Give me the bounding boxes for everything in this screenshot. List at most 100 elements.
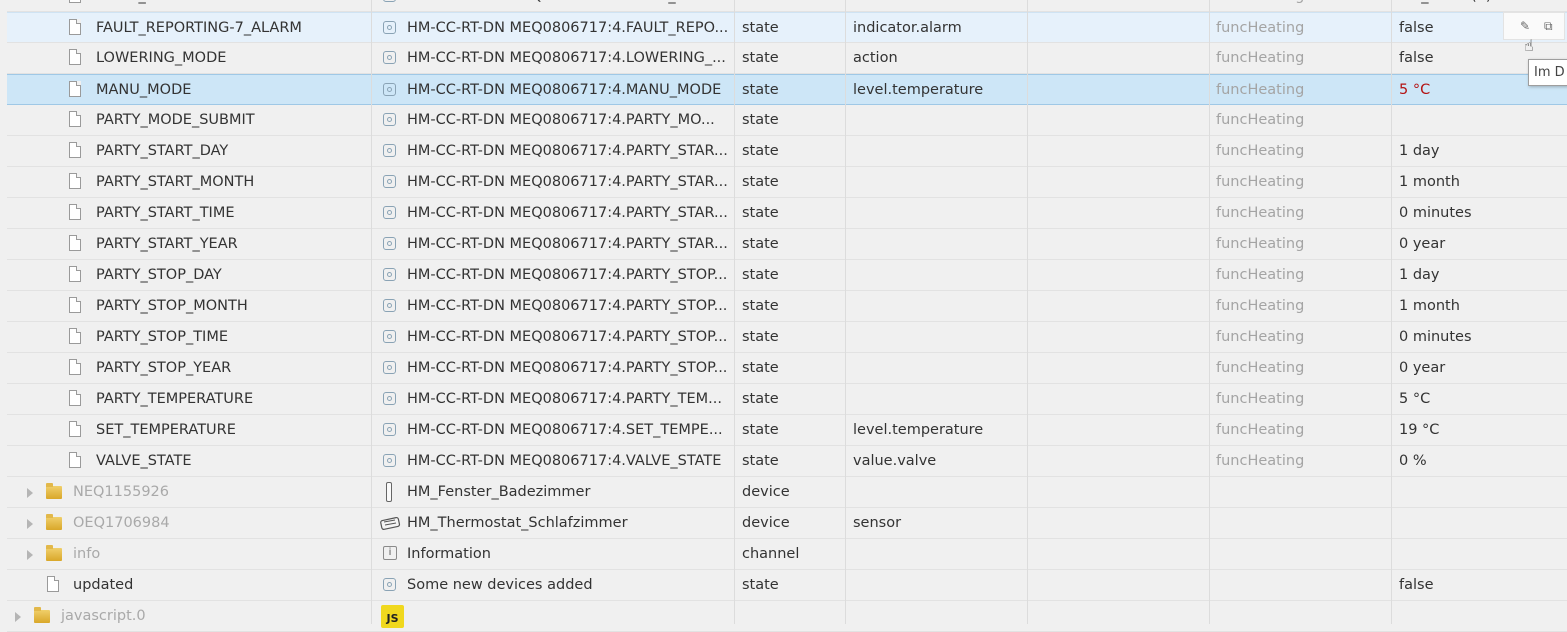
file-icon bbox=[69, 0, 81, 3]
table-row[interactable]: PARTY_STOP_YEAR HM-CC-RT-DN MEQ0806717:4… bbox=[7, 353, 1567, 384]
object-function: funcHeating bbox=[1216, 0, 1304, 11]
table-row[interactable]: PARTY_START_YEAR HM-CC-RT-DN MEQ0806717:… bbox=[7, 229, 1567, 260]
state-icon bbox=[383, 206, 396, 219]
table-row[interactable]: PARTY_STOP_MONTH HM-CC-RT-DN MEQ0806717:… bbox=[7, 291, 1567, 322]
object-name: HM-CC-RT-DN MEQ0806717:4.LOWERING_... bbox=[407, 50, 726, 66]
expand-arrow-icon[interactable] bbox=[15, 612, 21, 622]
object-name: HM-CC-RT-DN MEQ0806717:4.PARTY_STAR... bbox=[407, 174, 728, 190]
table-row[interactable]: OEQ1706984 HM_Thermostat_Schlafzimmer de… bbox=[7, 508, 1567, 539]
hand-cursor-icon: ☝ bbox=[1524, 36, 1534, 55]
object-id: javascript.0 bbox=[61, 608, 146, 624]
state-icon bbox=[383, 144, 396, 157]
table-row[interactable]: FAULT_REPORTING-7_ALARM HM-CC-RT-DN MEQ0… bbox=[7, 12, 1567, 43]
object-type: device bbox=[742, 515, 790, 531]
expand-arrow-icon[interactable] bbox=[27, 519, 33, 529]
object-name: Information bbox=[407, 546, 491, 562]
object-id: PARTY_STOP_YEAR bbox=[96, 360, 232, 376]
state-icon bbox=[383, 330, 396, 343]
table-row[interactable]: SET_TEMPERATURE HM-CC-RT-DN MEQ0806717:4… bbox=[7, 415, 1567, 446]
object-id: FAULT_REPORTING bbox=[96, 0, 229, 11]
object-type: state bbox=[742, 50, 779, 66]
column-divider bbox=[1209, 0, 1210, 624]
object-value: false bbox=[1399, 50, 1434, 66]
table-row[interactable]: PARTY_STOP_TIME HM-CC-RT-DN MEQ0806717:4… bbox=[7, 322, 1567, 353]
folder-icon bbox=[46, 483, 62, 499]
object-name: Some new devices added bbox=[407, 577, 593, 593]
table-row[interactable]: LOWERING_MODE HM-CC-RT-DN MEQ0806717:4.L… bbox=[7, 43, 1567, 74]
table-row[interactable]: info i Information channel bbox=[7, 539, 1567, 570]
column-divider bbox=[1391, 0, 1392, 624]
table-row[interactable]: FAULT_REPORTING HM-CC-RT-DN MEQ0806717:4… bbox=[7, 0, 1567, 12]
object-tree-grid: FAULT_REPORTING HM-CC-RT-DN MEQ0806717:4… bbox=[0, 0, 1567, 632]
pencil-icon[interactable]: ✎ bbox=[1520, 19, 1530, 33]
file-icon bbox=[69, 142, 81, 158]
object-function: funcHeating bbox=[1216, 422, 1305, 438]
object-type: channel bbox=[742, 546, 800, 562]
object-type: state bbox=[742, 205, 779, 221]
file-icon bbox=[69, 452, 81, 468]
object-id: PARTY_STOP_DAY bbox=[96, 267, 222, 283]
object-id: VALVE_STATE bbox=[96, 453, 192, 469]
expand-arrow-icon[interactable] bbox=[27, 550, 33, 560]
table-row[interactable]: PARTY_START_TIME HM-CC-RT-DN MEQ0806717:… bbox=[7, 198, 1567, 229]
table-row[interactable]: javascript.0 JS bbox=[7, 601, 1567, 632]
info-icon: i bbox=[383, 546, 397, 560]
table-row[interactable]: PARTY_STOP_DAY HM-CC-RT-DN MEQ0806717:4.… bbox=[7, 260, 1567, 291]
object-function: funcHeating bbox=[1216, 112, 1305, 128]
object-id: LOWERING_MODE bbox=[96, 50, 227, 66]
object-name: HM-CC-RT-DN MEQ0806717:4.SET_TEMPE... bbox=[407, 422, 723, 438]
object-value: 0 year bbox=[1399, 360, 1446, 376]
object-id: PARTY_MODE_SUBMIT bbox=[96, 112, 255, 128]
object-function: funcHeating bbox=[1216, 50, 1305, 66]
object-value[interactable]: 5 °C bbox=[1399, 75, 1430, 105]
file-icon bbox=[69, 359, 81, 375]
object-function: funcHeating bbox=[1216, 391, 1305, 407]
object-function: funcHeating bbox=[1216, 236, 1305, 252]
table-row[interactable]: PARTY_MODE_SUBMIT HM-CC-RT-DN MEQ0806717… bbox=[7, 105, 1567, 136]
table-row-selected[interactable]: MANU_MODE HM-CC-RT-DN MEQ0806717:4.MANU_… bbox=[7, 74, 1567, 105]
object-id: PARTY_TEMPERATURE bbox=[96, 391, 254, 407]
object-type: state bbox=[742, 453, 779, 469]
object-name: HM-CC-RT-DN MEQ0806717:4.VALVE_STATE bbox=[407, 453, 722, 469]
file-icon bbox=[69, 390, 81, 406]
expand-arrow-icon[interactable] bbox=[27, 488, 33, 498]
object-id: FAULT_REPORTING-7_ALARM bbox=[96, 20, 302, 36]
object-value: false bbox=[1399, 577, 1434, 593]
object-name: HM_Fenster_Badezimmer bbox=[407, 484, 591, 500]
object-name: HM-CC-RT-DN MEQ0806717:4.PARTY_STOP... bbox=[407, 267, 728, 283]
state-icon bbox=[383, 237, 396, 250]
file-icon bbox=[47, 576, 59, 592]
state-icon bbox=[383, 361, 396, 374]
object-function: funcHeating bbox=[1216, 453, 1305, 469]
table-row[interactable]: updated Some new devices added state fal… bbox=[7, 570, 1567, 601]
object-value: 0 minutes bbox=[1399, 205, 1472, 221]
object-role: level.temperature bbox=[853, 82, 984, 98]
table-row[interactable]: NEQ1155926 HM_Fenster_Badezimmer device bbox=[7, 477, 1567, 508]
object-name: HM-CC-RT-DN MEQ0806717:4.MANU_MODE bbox=[407, 82, 722, 98]
table-row[interactable]: PARTY_START_DAY HM-CC-RT-DN MEQ0806717:4… bbox=[7, 136, 1567, 167]
copy-icon[interactable]: ⧉ bbox=[1544, 19, 1553, 34]
state-icon bbox=[383, 268, 396, 281]
object-function: funcHeating bbox=[1216, 298, 1305, 314]
column-divider bbox=[371, 0, 372, 624]
object-type: state bbox=[742, 298, 779, 314]
table-row[interactable]: VALVE_STATE HM-CC-RT-DN MEQ0806717:4.VAL… bbox=[7, 446, 1567, 477]
object-type: state bbox=[742, 577, 779, 593]
object-function: funcHeating bbox=[1216, 174, 1305, 190]
file-icon bbox=[69, 19, 81, 35]
object-value: 1 day bbox=[1399, 267, 1440, 283]
column-divider bbox=[734, 0, 735, 624]
file-icon bbox=[69, 204, 81, 220]
object-function: funcHeating bbox=[1216, 143, 1305, 159]
state-icon bbox=[383, 0, 396, 2]
object-type: state bbox=[742, 267, 779, 283]
state-icon bbox=[383, 113, 396, 126]
object-id: PARTY_STOP_TIME bbox=[96, 329, 228, 345]
object-id: PARTY_START_DAY bbox=[96, 143, 229, 159]
table-row[interactable]: PARTY_START_MONTH HM-CC-RT-DN MEQ0806717… bbox=[7, 167, 1567, 198]
folder-icon bbox=[46, 545, 62, 561]
object-id: OEQ1706984 bbox=[73, 515, 170, 531]
table-row[interactable]: PARTY_TEMPERATURE HM-CC-RT-DN MEQ0806717… bbox=[7, 384, 1567, 415]
object-type: state bbox=[742, 112, 779, 128]
folder-icon bbox=[34, 607, 50, 623]
